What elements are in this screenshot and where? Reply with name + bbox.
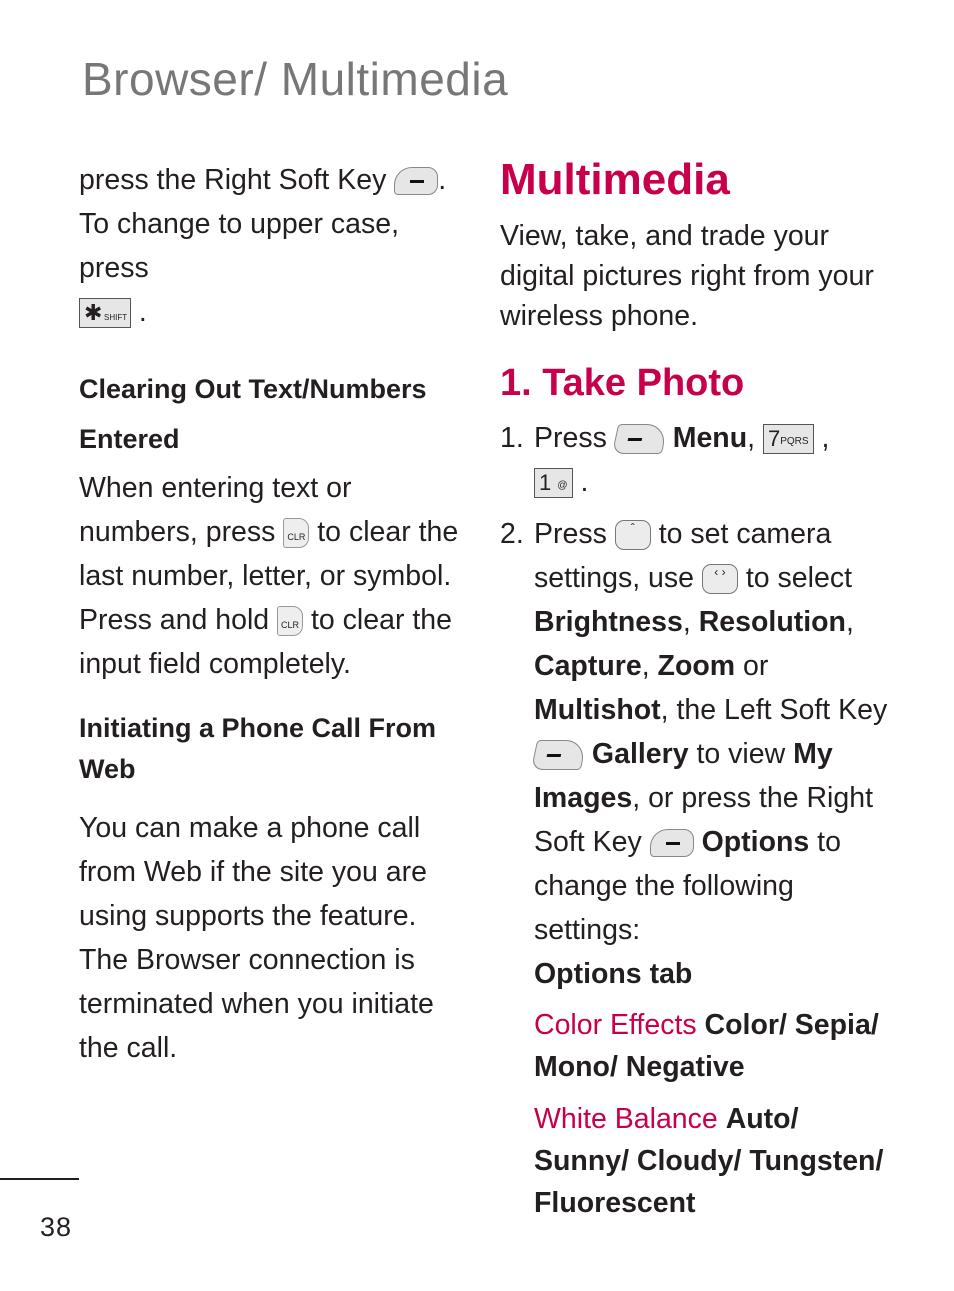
step-number: 1. bbox=[500, 422, 524, 454]
step-number: 2. bbox=[500, 518, 524, 550]
key-digit: 1 bbox=[539, 470, 552, 496]
key-1-icon: 1 @ bbox=[534, 468, 573, 499]
setting-name: Color Effects bbox=[534, 1009, 697, 1041]
intro-text-2: To change to upper case, press bbox=[79, 208, 400, 284]
options-label: Options bbox=[701, 826, 810, 858]
step-2: 2. Press ˆ to set camera settings, use ‹… bbox=[500, 512, 900, 996]
left-soft-key-icon bbox=[530, 740, 588, 771]
key-7-icon: 7PQRS bbox=[762, 424, 814, 455]
option-resolution: Resolution bbox=[698, 606, 846, 638]
initiating-paragraph-1: You can make a phone call from Web if th… bbox=[79, 812, 427, 932]
nav-up-key-icon: ˆ bbox=[614, 520, 651, 551]
menu-label: Menu bbox=[672, 422, 748, 454]
comma: , bbox=[747, 422, 756, 454]
option-brightness: Brightness bbox=[534, 606, 683, 638]
intro-period: . bbox=[438, 164, 447, 196]
page-number: 38 bbox=[40, 1212, 73, 1242]
shift-key-icon: ✱ SHIFT bbox=[79, 298, 131, 329]
press-text: Press bbox=[534, 518, 607, 550]
period: . bbox=[580, 466, 589, 498]
voicemail-symbol: @ bbox=[557, 480, 568, 492]
initiating-paragraph-2: The Browser connection is terminated whe… bbox=[79, 944, 434, 1064]
key-letters: PQRS bbox=[780, 436, 809, 448]
step2-text-3: , the Left Soft Key bbox=[660, 694, 888, 726]
multimedia-title: Multimedia bbox=[500, 155, 730, 204]
setting-color-effects: Color Effects Color/ Sepia/ Mono/ Negati… bbox=[500, 1004, 900, 1088]
clearing-text-1: When entering text or numbers, press bbox=[79, 472, 352, 548]
key-digit: 7 bbox=[767, 426, 781, 452]
star-glyph: ✱ bbox=[84, 300, 103, 326]
press-text: Press bbox=[534, 422, 607, 454]
option-zoom: Zoom bbox=[657, 650, 736, 682]
clear-key-icon: CLR bbox=[283, 518, 310, 549]
nav-left-right-key-icon: ‹ › bbox=[701, 564, 738, 595]
right-column: Multimedia View, take, and trade your di… bbox=[500, 150, 900, 1224]
options-tab-label: Options tab bbox=[534, 958, 693, 990]
clearing-paragraph: When entering text or numbers, press CLR… bbox=[79, 466, 474, 686]
intro-period-2: . bbox=[138, 296, 147, 328]
step2-text-4: to view bbox=[696, 738, 786, 770]
left-soft-key-icon bbox=[611, 424, 668, 455]
gallery-label: Gallery bbox=[591, 738, 689, 770]
left-column: press the Right Soft Key . To change to … bbox=[79, 158, 474, 1070]
right-soft-key-icon bbox=[649, 829, 694, 858]
initiating-heading: Initiating a Phone Call From Web bbox=[79, 713, 437, 784]
intro-text: press the Right Soft Key bbox=[79, 164, 387, 196]
clear-key-icon: CLR bbox=[277, 606, 304, 637]
option-multishot: Multishot bbox=[534, 694, 661, 726]
step2-text-2: to select bbox=[745, 562, 852, 594]
footer-rule bbox=[0, 1178, 79, 1180]
take-photo-title: 1. Take Photo bbox=[500, 362, 745, 404]
option-capture: Capture bbox=[534, 650, 642, 682]
section-header: Browser/ Multimedia bbox=[82, 53, 509, 105]
setting-white-balance: White Balance Auto/ Sunny/ Cloudy/ Tungs… bbox=[500, 1098, 900, 1224]
shift-label: SHIFT bbox=[104, 313, 128, 323]
intro-paragraph: press the Right Soft Key . To change to … bbox=[79, 158, 474, 334]
or-text: or bbox=[743, 650, 769, 682]
setting-name: White Balance bbox=[534, 1103, 718, 1135]
clearing-heading: Clearing Out Text/Numbers Entered bbox=[79, 374, 427, 454]
step-1: 1. Press Menu, 7PQRS , 1 @ . bbox=[500, 416, 900, 504]
right-soft-key-icon bbox=[394, 167, 439, 196]
multimedia-intro: View, take, and trade your digital pictu… bbox=[500, 220, 874, 332]
